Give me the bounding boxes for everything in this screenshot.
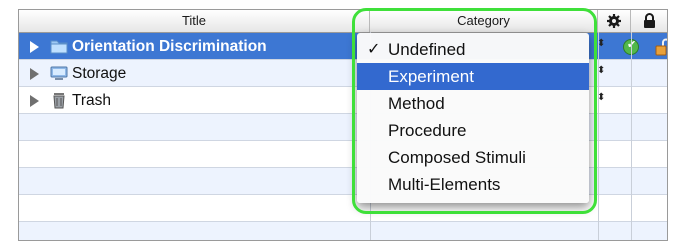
menu-item-undefined[interactable]: ✓ Undefined: [357, 36, 589, 63]
category-popup-menu: ✓ Undefined Experiment Method Procedure …: [357, 33, 589, 203]
disclosure-triangle-icon[interactable]: [30, 68, 39, 80]
menu-item-label: Experiment: [388, 67, 474, 86]
row-title: Orientation Discrimination: [72, 38, 267, 55]
column-header-title[interactable]: Title: [19, 10, 370, 32]
row-title: Trash: [72, 92, 112, 109]
menu-item-method[interactable]: Method: [357, 90, 589, 117]
row-title: Storage: [72, 65, 127, 82]
column-divider: [631, 32, 632, 240]
lock-icon: [643, 13, 655, 28]
menu-item-label: Undefined: [388, 40, 466, 59]
checkmark-icon: ✓: [367, 41, 381, 58]
disclosure-triangle-icon[interactable]: [30, 95, 39, 107]
folder-icon: [50, 40, 68, 54]
empty-row: [19, 222, 667, 240]
popup-arrows-icon[interactable]: ⬍: [597, 92, 605, 103]
menu-item-label: Procedure: [388, 121, 467, 140]
popup-arrows-icon[interactable]: ⬍: [597, 65, 605, 76]
menu-item-label: Method: [388, 94, 445, 113]
column-header-category[interactable]: Category: [370, 10, 598, 32]
menu-item-multi-elements[interactable]: Multi-Elements: [357, 171, 589, 198]
popup-arrows-icon[interactable]: ⬍: [597, 38, 605, 49]
disclosure-triangle-icon[interactable]: [30, 41, 39, 53]
trash-icon: [53, 93, 65, 109]
unlocked-icon[interactable]: [655, 38, 668, 56]
column-header-gear[interactable]: [598, 10, 631, 32]
menu-item-experiment[interactable]: Experiment: [357, 63, 589, 90]
column-header-lock[interactable]: [631, 10, 667, 32]
menu-item-procedure[interactable]: Procedure: [357, 117, 589, 144]
storage-icon: [50, 66, 68, 80]
menu-item-label: Composed Stimuli: [388, 148, 526, 167]
gear-icon: [607, 14, 621, 28]
menu-item-label: Multi-Elements: [388, 175, 501, 194]
column-divider: [598, 32, 599, 240]
menu-item-composed-stimuli[interactable]: Composed Stimuli: [357, 144, 589, 171]
table-header: Title Category: [19, 10, 667, 33]
